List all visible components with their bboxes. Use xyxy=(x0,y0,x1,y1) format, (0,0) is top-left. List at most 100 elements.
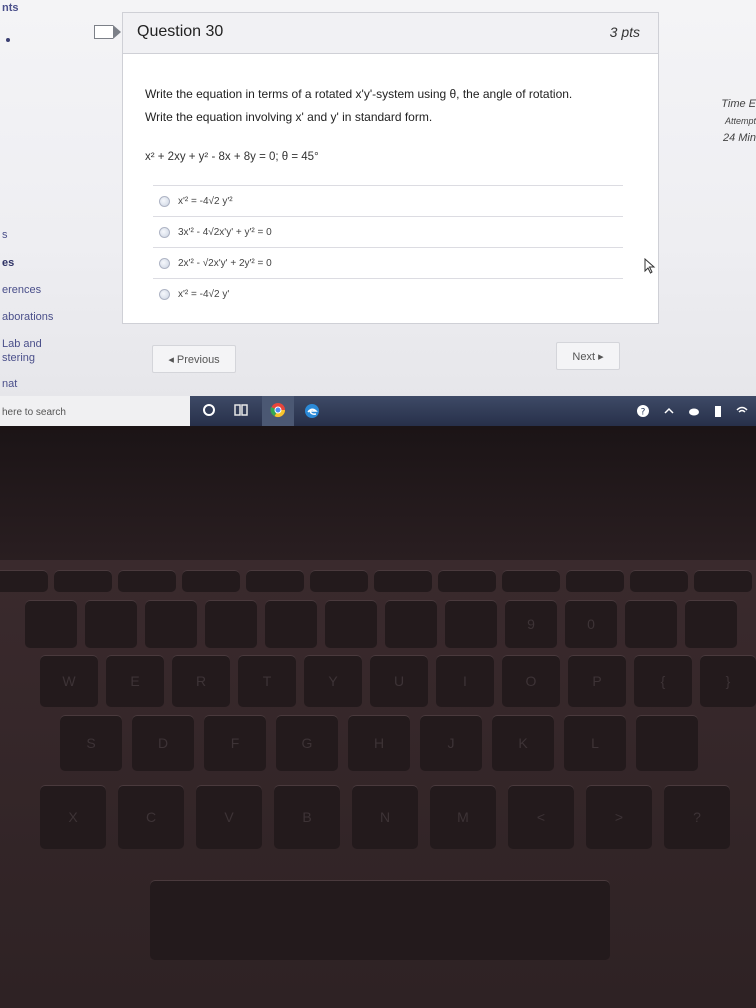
keyboard-key: T xyxy=(238,655,296,707)
taskbar-search-box[interactable]: here to search xyxy=(0,396,190,426)
course-nav-sidebar: nts s es erences aborations Lab and ster… xyxy=(0,0,90,404)
browser-screen: nts s es erences aborations Lab and ster… xyxy=(0,0,756,404)
prompt-line-1: Write the equation in terms of a rotated… xyxy=(145,87,573,101)
keyboard-key xyxy=(265,600,317,648)
keyboard-key: K xyxy=(492,715,554,771)
keyboard-key: < xyxy=(508,785,574,849)
answer-option-3[interactable]: 2x'² - √2x'y' + 2y'² = 0 xyxy=(153,247,623,278)
previous-button[interactable]: ◂ Previous xyxy=(152,345,236,373)
keyboard-key xyxy=(685,600,737,648)
nav-item-collaborations[interactable]: aborations xyxy=(2,311,53,324)
answer-option-2[interactable]: 3x'² - 4√2x'y' + y'² = 0 xyxy=(153,216,623,247)
nav-dot-icon xyxy=(6,38,10,42)
help-icon[interactable]: ? xyxy=(636,404,650,418)
windows-taskbar: here to search ? xyxy=(0,396,756,426)
question-equation: x² + 2xy + y² - 8x + 8y = 0; θ = 45° xyxy=(145,151,319,163)
attempt-label: Attempt xyxy=(724,116,756,126)
keyboard-key xyxy=(325,600,377,648)
battery-icon[interactable] xyxy=(714,404,722,418)
timer-label: Time E xyxy=(721,98,756,110)
keyboard-key: H xyxy=(348,715,410,771)
keyboard-key xyxy=(625,600,677,648)
keyboard-key: N xyxy=(352,785,418,849)
answer-label: x'² = -4√2 y' xyxy=(178,288,230,300)
keyboard-key xyxy=(205,600,257,648)
answer-option-1[interactable]: x'² = -4√2 y'² xyxy=(153,185,623,216)
question-card: Question 30 3 pts Write the equation in … xyxy=(94,12,659,324)
nav-item-quizzes[interactable]: es xyxy=(2,257,14,270)
wifi-icon[interactable] xyxy=(736,405,748,417)
keyboard-key: P xyxy=(568,655,626,707)
answer-label: x'² = -4√2 y'² xyxy=(178,195,233,207)
keyboard-key xyxy=(246,570,304,592)
keyboard-key: } xyxy=(700,655,756,707)
task-view-icon[interactable] xyxy=(234,403,248,417)
keyboard-key xyxy=(54,570,112,592)
answer-option-4[interactable]: x'² = -4√2 y' xyxy=(153,278,623,309)
keyboard-key: W xyxy=(40,655,98,707)
keyboard-key: G xyxy=(276,715,338,771)
nav-item-discussions[interactable]: s xyxy=(2,229,8,242)
taskbar-active-app[interactable] xyxy=(262,396,294,426)
keyboard-key xyxy=(182,570,240,592)
keyboard-key xyxy=(374,570,432,592)
keyboard-key: R xyxy=(172,655,230,707)
radio-button[interactable] xyxy=(159,257,170,269)
radio-button[interactable] xyxy=(159,226,170,238)
keyboard-key: D xyxy=(132,715,194,771)
keyboard-key xyxy=(385,600,437,648)
nav-item-assignments[interactable]: nts xyxy=(2,2,19,15)
question-points: 3 pts xyxy=(609,24,640,40)
keyboard-key xyxy=(0,570,48,592)
system-tray: ? xyxy=(636,404,748,418)
question-header: Question 30 3 pts xyxy=(94,13,658,54)
keyboard-key: M xyxy=(430,785,496,849)
keyboard-key xyxy=(636,715,698,771)
nav-item-lab-mastering-2[interactable]: stering xyxy=(2,352,35,365)
flag-question-icon[interactable] xyxy=(94,25,121,39)
keyboard-key: F xyxy=(204,715,266,771)
answer-list: x'² = -4√2 y'² 3x'² - 4√2x'y' + y'² = 0 … xyxy=(153,185,623,309)
keyboard-key: Y xyxy=(304,655,362,707)
cortana-icon[interactable] xyxy=(202,403,216,417)
keyboard-key: { xyxy=(634,655,692,707)
keyboard-key xyxy=(145,600,197,648)
keyboard-key xyxy=(694,570,752,592)
answer-label: 3x'² - 4√2x'y' + y'² = 0 xyxy=(178,226,272,238)
keyboard-key: E xyxy=(106,655,164,707)
keyboard-key: X xyxy=(40,785,106,849)
keyboard-key xyxy=(118,570,176,592)
keyboard-key: 0 xyxy=(565,600,617,648)
quiz-timer-panel: Time E Attempt 24 Min xyxy=(714,98,756,144)
search-placeholder: here to search xyxy=(2,407,66,418)
laptop-keyboard: 9 0 W E R T Y U I O P{} S D F G H J K L X C V B N M < >? xyxy=(0,560,756,1008)
keyboard-key xyxy=(630,570,688,592)
keyboard-key: J xyxy=(420,715,482,771)
nav-item-chat[interactable]: nat xyxy=(2,378,17,391)
keyboard-key: O xyxy=(502,655,560,707)
answer-label: 2x'² - √2x'y' + 2y'² = 0 xyxy=(178,257,272,269)
nav-item-lab-mastering-1[interactable]: Lab and xyxy=(2,338,42,351)
keyboard-key xyxy=(566,570,624,592)
next-button[interactable]: Next ▸ xyxy=(556,342,620,370)
chrome-icon xyxy=(270,403,286,418)
keyboard-key xyxy=(85,600,137,648)
radio-button[interactable] xyxy=(159,195,170,207)
question-title: Question 30 xyxy=(137,23,224,40)
chevron-up-icon[interactable] xyxy=(664,406,674,416)
radio-button[interactable] xyxy=(159,288,170,300)
keyboard-key: ? xyxy=(664,785,730,849)
keyboard-key: U xyxy=(370,655,428,707)
edge-icon[interactable] xyxy=(304,403,320,419)
keyboard-key: 9 xyxy=(505,600,557,648)
svg-text:?: ? xyxy=(641,408,646,418)
keyboard-key xyxy=(445,600,497,648)
keyboard-key xyxy=(438,570,496,592)
nav-item-conferences[interactable]: erences xyxy=(2,284,41,297)
cloud-icon[interactable] xyxy=(688,406,700,416)
keyboard-key: L xyxy=(564,715,626,771)
laptop-bezel: hp xyxy=(0,426,756,908)
keyboard-key: V xyxy=(196,785,262,849)
keyboard-key xyxy=(502,570,560,592)
keyboard-key: C xyxy=(118,785,184,849)
